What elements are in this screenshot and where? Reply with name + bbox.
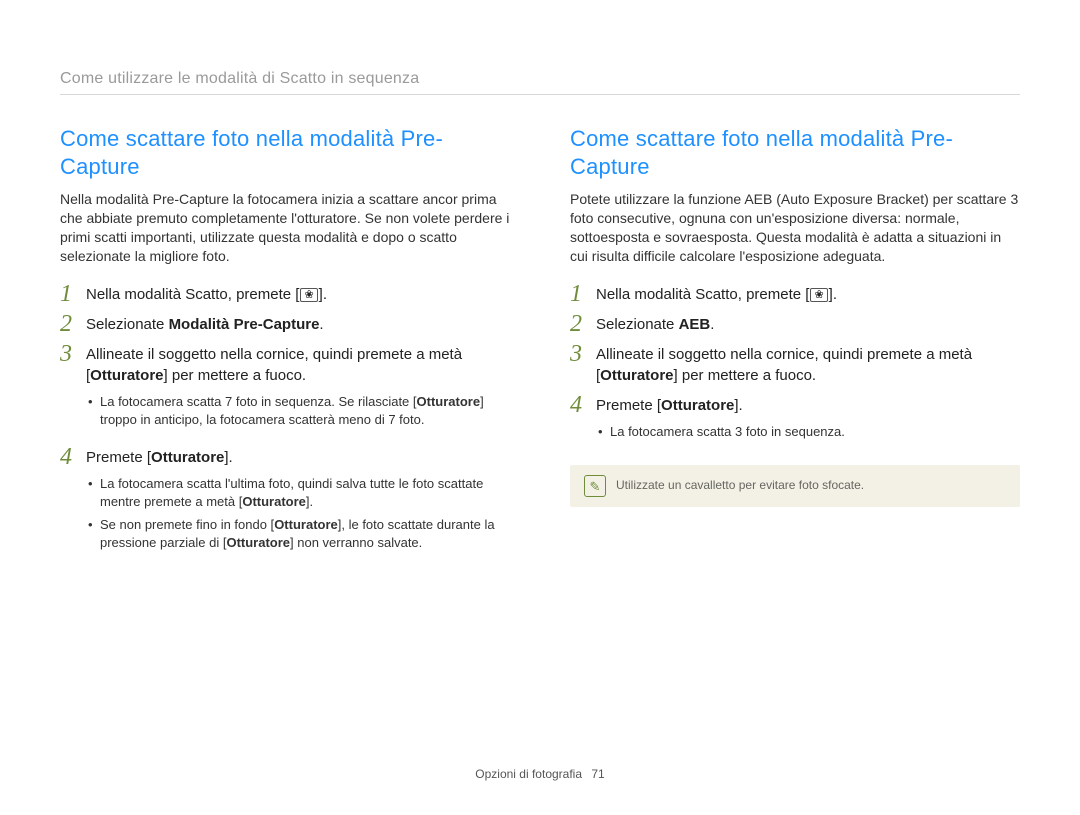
sub-bullets: La fotocamera scatta 3 foto in sequenza. (596, 423, 1020, 441)
text: . (710, 316, 714, 333)
step-text: Allineate il soggetto nella cornice, qui… (596, 344, 1020, 388)
bold-text: Otturatore (661, 397, 734, 414)
step-text: Nella modalità Scatto, premete [❀]. (86, 284, 510, 306)
text: ]. (829, 286, 837, 303)
step-number: 1 (570, 282, 596, 306)
bold-text: AEB (679, 316, 711, 333)
step-number: 4 (60, 445, 86, 469)
bold-text: Otturatore (417, 394, 481, 409)
drive-mode-icon: ❀ (810, 288, 827, 302)
step-number: 3 (570, 342, 596, 366)
step-number: 3 (60, 342, 86, 366)
text: ]. (319, 286, 327, 303)
step-text: Premete [Otturatore]. La fotocamera scat… (596, 395, 1020, 451)
bold-text: Modalità Pre-Capture (169, 316, 320, 333)
intro-left: Nella modalità Pre-Capture la fotocamera… (60, 190, 510, 266)
page-footer: Opzioni di fotografia 71 (0, 767, 1080, 781)
bullet: La fotocamera scatta 3 foto in sequenza. (596, 423, 1020, 441)
step-4-left: 4 Premete [Otturatore]. La fotocamera sc… (60, 447, 510, 562)
bold-text: Otturatore (600, 367, 673, 384)
text: Premete [ (86, 449, 151, 466)
bold-text: Otturatore (151, 449, 224, 466)
bold-text: Otturatore (242, 494, 306, 509)
step-number: 4 (570, 393, 596, 417)
step-4-right: 4 Premete [Otturatore]. La fotocamera sc… (570, 395, 1020, 451)
bullet: Se non premete fino in fondo [Otturatore… (86, 516, 510, 552)
note-box: ✎ Utilizzate un cavalletto per evitare f… (570, 465, 1020, 507)
steps-right: 1 Nella modalità Scatto, premete [❀]. 2 … (570, 284, 1020, 451)
note-icon: ✎ (584, 475, 606, 497)
intro-right: Potete utilizzare la funzione AEB (Auto … (570, 190, 1020, 266)
step-1-right: 1 Nella modalità Scatto, premete [❀]. (570, 284, 1020, 306)
left-column: Come scattare foto nella modalità Pre-Ca… (60, 125, 510, 570)
bold-text: Otturatore (226, 535, 290, 550)
right-column: Come scattare foto nella modalità Pre-Ca… (570, 125, 1020, 570)
bold-text: Otturatore (274, 517, 338, 532)
step-number: 2 (60, 312, 86, 336)
section-title-right: Come scattare foto nella modalità Pre-Ca… (570, 125, 1020, 180)
content-columns: Come scattare foto nella modalità Pre-Ca… (60, 125, 1020, 570)
page-number: 71 (591, 767, 604, 781)
text: Selezionate (86, 316, 169, 333)
sub-bullets: La fotocamera scatta l'ultima foto, quin… (86, 475, 510, 552)
manual-page: Come utilizzare le modalità di Scatto in… (0, 0, 1080, 815)
step-text: Premete [Otturatore]. La fotocamera scat… (86, 447, 510, 562)
drive-mode-icon: ❀ (300, 288, 317, 302)
text: ]. (306, 494, 313, 509)
breadcrumb: Come utilizzare le modalità di Scatto in… (60, 70, 1020, 95)
bullet: La fotocamera scatta 7 foto in sequenza.… (86, 393, 510, 429)
step-3-right: 3 Allineate il soggetto nella cornice, q… (570, 344, 1020, 388)
text: La fotocamera scatta 7 foto in sequenza.… (100, 394, 417, 409)
footer-section: Opzioni di fotografia (475, 767, 582, 781)
step-text: Allineate il soggetto nella cornice, qui… (86, 344, 510, 440)
text: ] per mettere a fuoco. (164, 367, 307, 384)
text: Premete [ (596, 397, 661, 414)
text: ]. (224, 449, 232, 466)
bullet: La fotocamera scatta l'ultima foto, quin… (86, 475, 510, 511)
text: Nella modalità Scatto, premete [ (86, 286, 299, 303)
step-3-left: 3 Allineate il soggetto nella cornice, q… (60, 344, 510, 440)
section-title-left: Come scattare foto nella modalità Pre-Ca… (60, 125, 510, 180)
text: Se non premete fino in fondo [ (100, 517, 274, 532)
step-2-right: 2 Selezionate AEB. (570, 314, 1020, 336)
step-text: Nella modalità Scatto, premete [❀]. (596, 284, 1020, 306)
sub-bullets: La fotocamera scatta 7 foto in sequenza.… (86, 393, 510, 429)
text: ] per mettere a fuoco. (674, 367, 817, 384)
text: Selezionate (596, 316, 679, 333)
text: ]. (734, 397, 742, 414)
note-text: Utilizzate un cavalletto per evitare fot… (616, 478, 864, 494)
step-1-left: 1 Nella modalità Scatto, premete [❀]. (60, 284, 510, 306)
step-text: Selezionate AEB. (596, 314, 1020, 336)
text: . (319, 316, 323, 333)
step-number: 2 (570, 312, 596, 336)
step-text: Selezionate Modalità Pre-Capture. (86, 314, 510, 336)
step-number: 1 (60, 282, 86, 306)
step-2-left: 2 Selezionate Modalità Pre-Capture. (60, 314, 510, 336)
text: Nella modalità Scatto, premete [ (596, 286, 809, 303)
text: ] non verranno salvate. (290, 535, 422, 550)
bold-text: Otturatore (90, 367, 163, 384)
steps-left: 1 Nella modalità Scatto, premete [❀]. 2 … (60, 284, 510, 562)
